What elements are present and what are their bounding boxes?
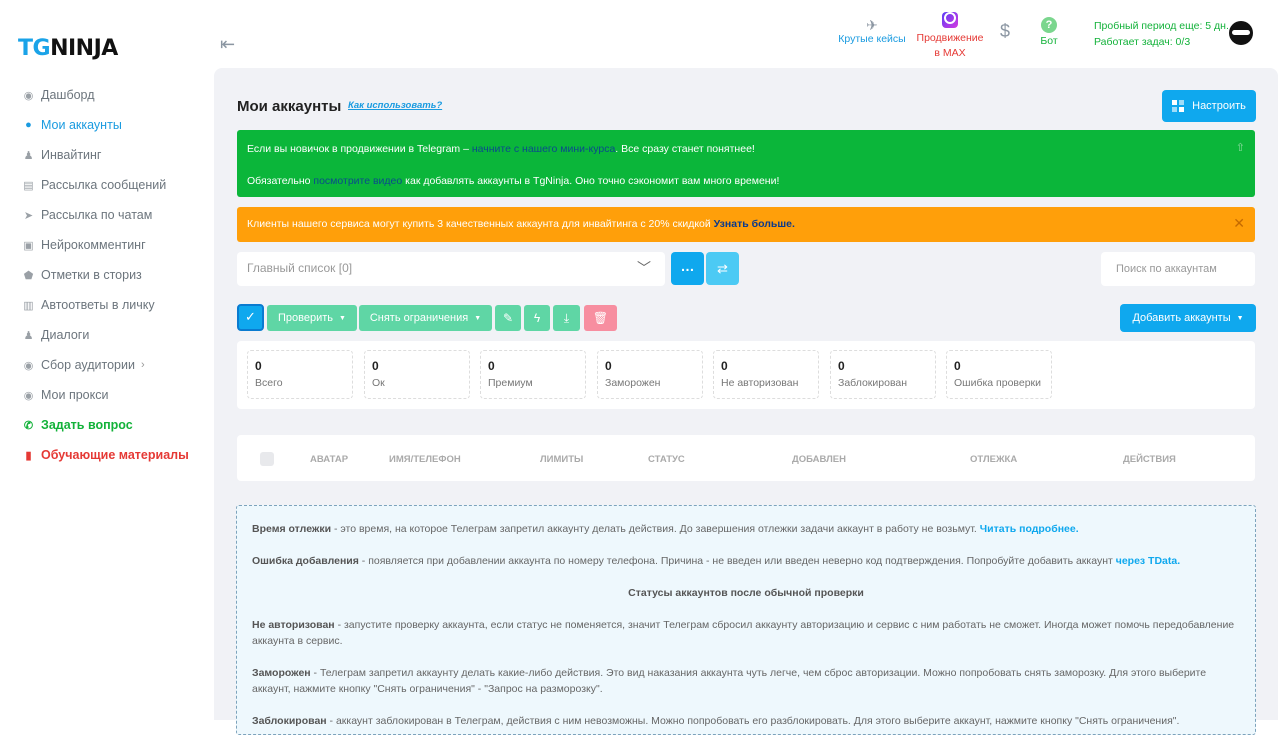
select-all-checkbox[interactable]: ✓ [237, 304, 264, 331]
sidebar-item-messages[interactable]: ▤ Рассылка сообщений [0, 170, 214, 200]
trial-period: Пробный период еще: 5 дн. [1094, 20, 1229, 32]
column-limits[interactable]: ЛИМИТЫ [540, 454, 583, 465]
close-icon[interactable]: ✕ [1233, 215, 1245, 232]
accounts-table-header: АВАТАР ИМЯ/ТЕЛЕФОН ЛИМИТЫ СТАТУС ДОБАВЛЕ… [237, 435, 1255, 481]
main-content: Мои аккаунты Как использовать? Настроить… [214, 68, 1278, 735]
shield-icon: ⬟ [23, 269, 34, 282]
statuses-heading: Статусы аккаунтов после обычной проверки [628, 587, 864, 599]
edit-button[interactable]: ✎ [495, 305, 521, 331]
stat-unauthorized[interactable]: 0 Не авторизован [713, 350, 819, 399]
delete-button[interactable]: 🗑 [584, 305, 617, 331]
max-icon [942, 12, 958, 28]
list-options-button[interactable]: … [671, 252, 704, 285]
cases-link[interactable]: ✈ Крутые кейсы [826, 17, 918, 45]
collapse-alert-icon[interactable]: ⇧ [1236, 140, 1245, 156]
chevron-right-icon: › [140, 359, 145, 371]
messages-icon: ▤ [23, 179, 34, 192]
sidebar-item-dashboard[interactable]: ◉ Дашборд [0, 80, 214, 110]
stat-check-error[interactable]: 0 Ошибка проверки [946, 350, 1052, 399]
stat-blocked[interactable]: 0 Заблокирован [830, 350, 936, 399]
add-accounts-button[interactable]: Добавить аккаунты ▼ [1120, 304, 1256, 332]
promo-alert: Клиенты нашего сервиса могут купить 3 ка… [237, 207, 1255, 242]
column-rest[interactable]: ОТЛЕЖКА [970, 454, 1017, 465]
topbar: ⇤ ✈ Крутые кейсы Продвижение в MAX $ ? Бот… [214, 0, 1280, 68]
send-icon: ➤ [23, 209, 34, 222]
column-actions[interactable]: ДЕЙСТВИЯ [1123, 454, 1176, 465]
list-select[interactable]: Главный список [0] ﹀ [237, 252, 665, 286]
dollar-icon[interactable]: $ [1000, 21, 1010, 42]
sidebar-item-dialogs[interactable]: ♟ Диалоги [0, 320, 214, 350]
dialogs-icon: ♟ [23, 329, 34, 342]
sidebar-item-autoreplies[interactable]: ▥ Автоответы в личку [0, 290, 214, 320]
sidebar-item-stories[interactable]: ⬟ Отметки в сториз [0, 260, 214, 290]
max-promotion-link[interactable]: Продвижение в MAX [914, 10, 986, 61]
stat-premium[interactable]: 0 Премиум [480, 350, 586, 399]
user-icon: ● [25, 119, 32, 131]
stat-frozen[interactable]: 0 Заморожен [597, 350, 703, 399]
stat-ok[interactable]: 0 Ок [364, 350, 470, 399]
caret-down-icon: ▼ [339, 314, 346, 322]
table-select-all-checkbox[interactable] [260, 452, 274, 466]
caret-down-icon: ▼ [474, 314, 482, 322]
stat-total[interactable]: 0 Всего [247, 350, 353, 399]
collapse-sidebar-icon[interactable]: ⇤ [220, 34, 235, 55]
question-icon: ? [1041, 17, 1057, 33]
sidebar-nav: ◉ Дашборд ● Мои аккаунты ♟ Инвайтинг ▤ Рассы… [0, 80, 214, 470]
column-status[interactable]: СТАТУС [648, 454, 685, 465]
page-title: Мои аккаунты [237, 98, 342, 115]
mini-course-link[interactable]: начните с нашего мини-курса [472, 143, 615, 155]
sidebar-item-chat-mailing[interactable]: ➤ Рассылка по чатам [0, 200, 214, 230]
sidebar-item-ask-question[interactable]: ✆ Задать вопрос [0, 410, 214, 440]
sidebar-item-inviting[interactable]: ♟ Инвайтинг [0, 140, 214, 170]
caret-down-icon: ▼ [1236, 314, 1244, 322]
invite-icon: ♟ [23, 149, 34, 162]
newbie-alert: Если вы новичок в продвижении в Telegram… [237, 130, 1255, 197]
sidebar-item-audience[interactable]: ◉ Сбор аудитории › [0, 350, 214, 380]
comment-icon: ▣ [23, 239, 34, 252]
audience-icon: ◉ [23, 359, 34, 372]
proxy-icon: ◉ [23, 389, 34, 402]
book-icon: ▮ [25, 449, 32, 462]
flash-button[interactable]: ϟ [524, 305, 550, 331]
column-name-phone[interactable]: ИМЯ/ТЕЛЕФОН [389, 454, 461, 465]
sidebar-item-neurocommenting[interactable]: ▣ Нейрокомментинг [0, 230, 214, 260]
download-button[interactable]: ⤓ [553, 305, 580, 331]
bot-link[interactable]: ? Бот [1034, 17, 1064, 47]
chevron-down-icon: ﹀ [637, 260, 651, 276]
avatar[interactable] [1229, 21, 1253, 45]
sidebar-item-learning[interactable]: ▮ Обучающие материалы [0, 440, 214, 470]
trial-info: Пробный период еще: 5 дн. Работает задач… [1094, 18, 1229, 50]
grid-icon [1172, 100, 1185, 112]
setup-button[interactable]: Настроить [1162, 90, 1256, 122]
dashboard-icon: ◉ [23, 89, 34, 102]
sidebar-item-proxies[interactable]: ◉ Мои прокси [0, 380, 214, 410]
help-link[interactable]: Как использовать? [348, 100, 442, 111]
whatsapp-icon: ✆ [23, 419, 34, 432]
stats-panel: 0 Всего 0 Ок 0 Премиум 0 Заморожен 0 Не автор… [237, 341, 1255, 409]
pencil-icon: ✎ [502, 311, 514, 325]
download-icon: ⤓ [563, 310, 570, 325]
column-added[interactable]: ДОБАВЛЕН [792, 454, 846, 465]
autoreply-icon: ▥ [23, 299, 34, 312]
read-more-link[interactable]: Читать подробнее. [980, 523, 1079, 535]
remove-restrictions-button[interactable]: Снять ограничения ▼ [359, 305, 492, 331]
check-button[interactable]: Проверить ▼ [267, 305, 357, 331]
swap-lists-button[interactable]: ⇄ [706, 252, 739, 285]
logo[interactable]: TGNINJA [18, 36, 118, 61]
tasks-count: Работает задач: 0/3 [1094, 36, 1191, 48]
tdata-link[interactable]: через TData. [1116, 555, 1180, 567]
video-link[interactable]: посмотрите видео [313, 175, 402, 187]
lightning-icon: ϟ [533, 311, 541, 325]
sidebar-item-my-accounts[interactable]: ● Мои аккаунты [0, 110, 214, 140]
column-avatar[interactable]: АВАТАР [310, 454, 348, 465]
info-box: Время отлежки - это время, на которое Те… [236, 505, 1256, 735]
rocket-icon: ✈ [866, 17, 878, 33]
trash-icon: 🗑 [592, 311, 609, 325]
sidebar: TGNINJA ◉ Дашборд ● Мои аккаунты ♟ Инвайтин… [0, 0, 214, 720]
learn-more-link[interactable]: Узнать больше. [714, 218, 795, 230]
search-input[interactable] [1101, 252, 1255, 286]
